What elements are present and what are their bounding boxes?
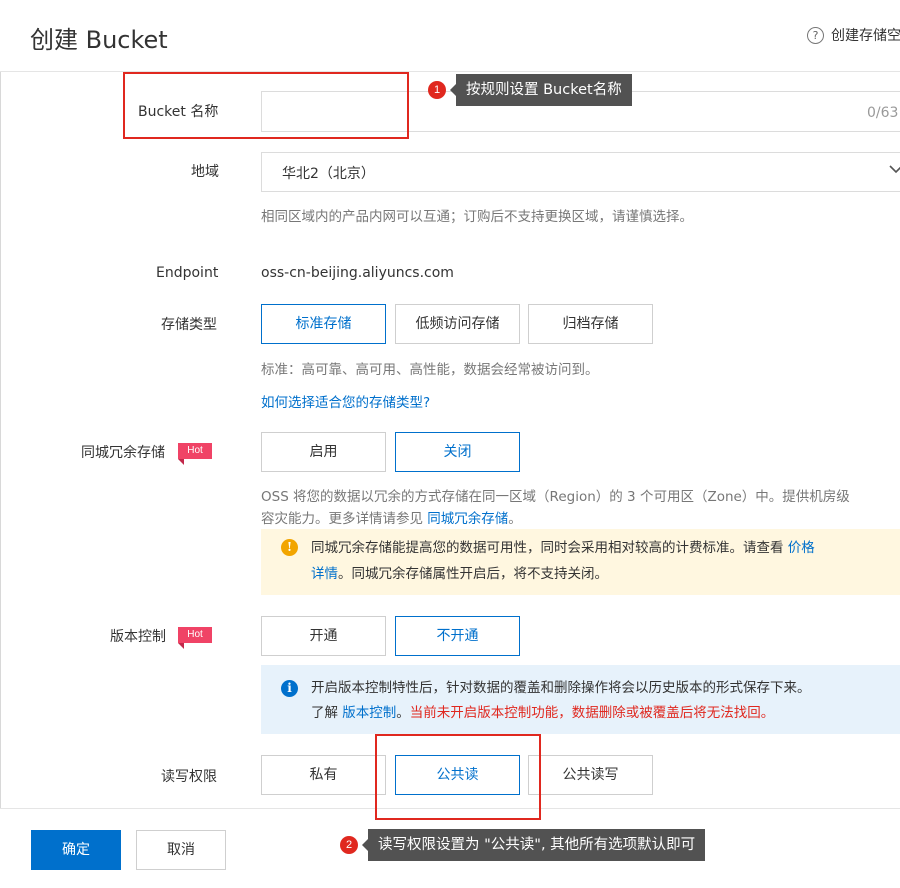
redundancy-doc-link[interactable]: 同城冗余存储 <box>427 511 508 527</box>
redundancy-notice-text1: 同城冗余存储能提高您的数据可用性，同时会采用相对较高的计费标准。请查看 <box>311 540 788 556</box>
redundancy-help-line2-prefix: 容灾能力。更多详情请参见 <box>261 511 428 527</box>
pricing-details-link[interactable]: 详情 <box>311 566 338 582</box>
redundancy-notice-line1: 同城冗余存储能提高您的数据可用性，同时会采用相对较高的计费标准。请查看 价格 <box>311 536 815 560</box>
warning-icon: ! <box>281 539 298 556</box>
endpoint-value: oss-cn-beijing.aliyuncs.com <box>261 265 454 281</box>
dialog-title: 创建 Bucket <box>30 26 168 54</box>
versioning-notice-line2: 了解 版本控制。当前未开启版本控制功能，数据删除或被覆盖后将无法找回。 <box>311 701 774 725</box>
chevron-down-icon <box>889 165 900 174</box>
versioning-label: 版本控制 <box>110 629 166 645</box>
region-selected-value: 华北2（北京） <box>282 166 375 182</box>
confirm-button[interactable]: 确定 <box>31 830 121 870</box>
storage-class-ia-option[interactable]: 低频访问存储 <box>395 304 520 344</box>
versioning-hot-tag: Hot <box>178 627 212 649</box>
annotation-step2-badge: 2 <box>340 836 358 854</box>
redundancy-notice-text2: 。同城冗余存储属性开启后，将不支持关闭。 <box>338 566 608 582</box>
versioning-enable-option[interactable]: 开通 <box>261 616 386 656</box>
redundancy-notice-line2: 详情。同城冗余存储属性开启后，将不支持关闭。 <box>311 562 608 586</box>
versioning-notice-sep: 。 <box>396 705 410 721</box>
cancel-button[interactable]: 取消 <box>136 830 226 870</box>
redundancy-help-line2-suffix: 。 <box>508 511 522 527</box>
versioning-doc-link[interactable]: 版本控制 <box>342 705 396 721</box>
versioning-notice-prefix: 了解 <box>311 705 343 721</box>
endpoint-label: Endpoint <box>156 265 219 281</box>
annotation-highlight-bucket-name <box>123 72 409 139</box>
region-label: 地域 <box>191 164 219 180</box>
storage-class-help-text: 标准：高可靠、高可用、高性能，数据会经常被访问到。 <box>261 362 599 378</box>
acl-public-read-write-option[interactable]: 公共读写 <box>528 755 653 795</box>
pricing-link[interactable]: 价格 <box>788 540 815 556</box>
dialog-header: 创建 Bucket ? 创建存储空 <box>0 0 900 72</box>
redundancy-warning-notice: ! 同城冗余存储能提高您的数据可用性，同时会采用相对较高的计费标准。请查看 价格… <box>261 529 900 595</box>
storage-class-guide-link[interactable]: 如何选择适合您的存储类型? <box>261 391 430 411</box>
annotation-step1-badge: 1 <box>428 81 446 99</box>
acl-private-option[interactable]: 私有 <box>261 755 386 795</box>
redundancy-hot-tag: Hot <box>178 443 212 465</box>
redundancy-help-line1: OSS 将您的数据以冗余的方式存储在同一区域（Region）的 3 个可用区（Z… <box>261 489 850 505</box>
storage-class-standard-option[interactable]: 标准存储 <box>261 304 386 344</box>
storage-class-archive-option[interactable]: 归档存储 <box>528 304 653 344</box>
redundancy-enable-option[interactable]: 启用 <box>261 432 386 472</box>
redundancy-label: 同城冗余存储 <box>81 445 165 461</box>
annotation-step1-tooltip: 按规则设置 Bucket名称 <box>450 74 632 106</box>
region-select[interactable]: 华北2（北京） <box>261 152 900 192</box>
versioning-info-notice: i 开启版本控制特性后，针对数据的覆盖和删除操作将会以历史版本的形式保存下来。 … <box>261 665 900 734</box>
versioning-notice-line1: 开启版本控制特性后，针对数据的覆盖和删除操作将会以历史版本的形式保存下来。 <box>311 680 811 696</box>
help-link[interactable]: ? 创建存储空 <box>807 25 900 45</box>
storage-class-label: 存储类型 <box>161 317 217 333</box>
redundancy-disable-option[interactable]: 关闭 <box>395 432 520 472</box>
question-circle-icon: ? <box>807 26 824 44</box>
redundancy-help-line2: 容灾能力。更多详情请参见 同城冗余存储。 <box>261 507 522 527</box>
info-icon: i <box>281 680 298 697</box>
annotation-step2-tooltip: 读写权限设置为 "公共读", 其他所有选项默认即可 <box>361 829 706 861</box>
panel-left-border <box>0 72 1 808</box>
versioning-disable-option[interactable]: 不开通 <box>395 616 520 656</box>
bucket-name-counter: 0/63 <box>867 105 899 121</box>
versioning-warning-text: 当前未开启版本控制功能，数据删除或被覆盖后将无法找回。 <box>409 705 775 721</box>
acl-label: 读写权限 <box>161 769 217 785</box>
region-help-text: 相同区域内的产品内网可以互通；订购后不支持更换区域，请谨慎选择。 <box>261 209 693 225</box>
annotation-highlight-acl <box>375 734 541 820</box>
help-link-label: 创建存储空 <box>831 28 900 44</box>
